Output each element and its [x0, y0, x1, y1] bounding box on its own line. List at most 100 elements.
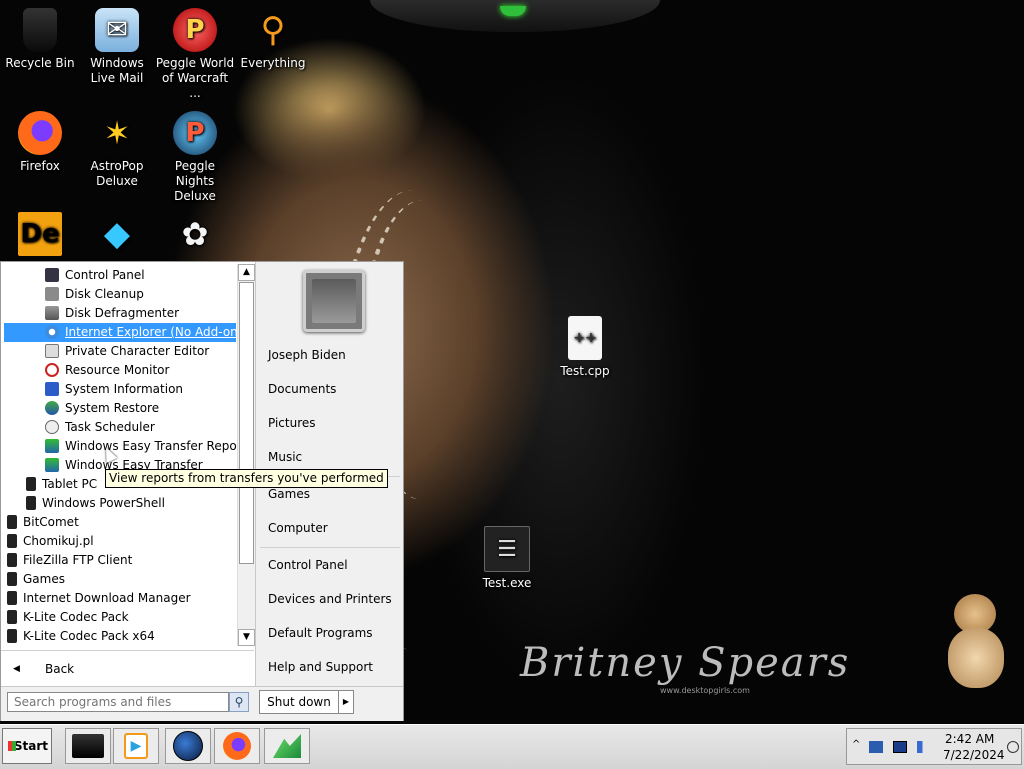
exe-file-icon: ☰: [484, 526, 530, 572]
back-button[interactable]: ◀ Back: [1, 650, 254, 687]
folder-icon: [26, 477, 36, 491]
desktop-icon-firefox[interactable]: Firefox: [0, 111, 80, 174]
clock-time[interactable]: 2:42 AM: [945, 732, 994, 746]
desktop-icon-label: Peggle Nights Deluxe: [174, 159, 216, 203]
search-icon[interactable]: ⚲: [229, 692, 249, 712]
desktop-icon-peggle-nights[interactable]: P Peggle Nights Deluxe: [155, 111, 235, 204]
taskbar-app-media-player[interactable]: ▶: [113, 728, 159, 764]
right-item-computer[interactable]: Computer: [268, 518, 328, 538]
folder-internet-download-manager[interactable]: Internet Download Manager: [7, 589, 191, 608]
program-label: System Restore: [65, 401, 160, 415]
search-input[interactable]: [7, 692, 229, 712]
scrollbar-thumb[interactable]: [239, 282, 254, 564]
start-button[interactable]: Start: [2, 728, 52, 764]
folder-icon: [7, 553, 17, 567]
top-bezel: [370, 0, 660, 32]
program-label: Internet Explorer (No Add-ons): [65, 325, 237, 339]
program-list: Control Panel Disk Cleanup Disk Defragme…: [1, 264, 237, 646]
show-desktop-icon[interactable]: [1007, 741, 1019, 753]
folder-icon: [7, 572, 17, 586]
program-system-information[interactable]: System Information: [45, 380, 183, 399]
folder-windows-powershell[interactable]: Windows PowerShell: [26, 494, 165, 513]
right-item-default-programs[interactable]: Default Programs: [268, 623, 373, 643]
program-label: Private Character Editor: [65, 344, 210, 358]
program-disk-defragmenter[interactable]: Disk Defragmenter: [45, 304, 179, 323]
system-tray: ^ 2:42 AM 7/22/2024: [846, 728, 1022, 765]
right-item-devices-printers[interactable]: Devices and Printers: [268, 589, 392, 609]
taskbar-app-terminal[interactable]: [65, 728, 111, 764]
green-app-icon: [273, 734, 301, 758]
desktop-icon-everything[interactable]: ⚲ Everything: [233, 8, 313, 71]
program-internet-explorer-no-addons[interactable]: Internet Explorer (No Add-ons): [4, 323, 237, 342]
folder-icon: [7, 515, 17, 529]
folder-k-lite-codec-pack[interactable]: K-Lite Codec Pack: [7, 608, 129, 627]
program-disk-cleanup[interactable]: Disk Cleanup: [45, 285, 144, 304]
hamster-gadget[interactable]: [938, 590, 1014, 690]
monitor-icon: [45, 268, 59, 282]
program-label: Internet Download Manager: [23, 591, 191, 605]
shutdown-button[interactable]: Shut down: [259, 690, 339, 714]
desktop-icon-test-cpp[interactable]: ++ Test.cpp: [545, 316, 625, 379]
clock-date[interactable]: 7/22/2024: [943, 748, 1005, 762]
desktop-icon-de[interactable]: De: [0, 212, 80, 260]
program-system-restore[interactable]: System Restore: [45, 399, 159, 418]
program-list-scrollbar[interactable]: ▲ ▼: [237, 264, 255, 646]
firefox-icon: [18, 111, 62, 155]
folder-chomikuj[interactable]: Chomikuj.pl: [7, 532, 94, 551]
magnifier-icon: ⚲: [260, 9, 286, 50]
windows-flag-icon: [8, 741, 16, 751]
scroll-down-arrow-icon[interactable]: ▼: [238, 629, 255, 646]
program-private-character-editor[interactable]: Private Character Editor: [45, 342, 209, 361]
peggle-icon: P: [173, 8, 217, 52]
cpp-file-icon: ++: [568, 316, 602, 360]
program-windows-easy-transfer-reports[interactable]: Windows Easy Transfer Reports: [45, 437, 237, 456]
folder-bitcomet[interactable]: BitComet: [7, 513, 79, 532]
right-item-documents[interactable]: Documents: [268, 379, 336, 399]
scroll-up-arrow-icon[interactable]: ▲: [238, 264, 255, 281]
folder-games[interactable]: Games: [7, 570, 65, 589]
resource-monitor-icon: [45, 363, 59, 377]
desktop-icon-peggle-wow[interactable]: P Peggle World of Warcraft ...: [155, 8, 235, 101]
desktop-icon-flower[interactable]: ✿: [155, 212, 235, 260]
right-item-pictures[interactable]: Pictures: [268, 413, 316, 433]
program-label: K-Lite Codec Pack x64: [23, 629, 155, 643]
shutdown-options-arrow-icon[interactable]: ▶: [338, 690, 354, 714]
right-item-music[interactable]: Music: [268, 447, 302, 467]
wallpaper-url: www.desktopgirls.com: [660, 686, 750, 695]
monitor-tray-icon[interactable]: [893, 741, 907, 753]
taskbar-app-green[interactable]: [264, 728, 310, 764]
desktop-icon-astropop[interactable]: ✶ AstroPop Deluxe: [77, 111, 157, 189]
tooltip: View reports from transfers you've perfo…: [105, 469, 388, 488]
user-picture[interactable]: [303, 270, 365, 332]
taskbar-app-firefox[interactable]: [214, 728, 260, 764]
taskbar-app-globe[interactable]: [165, 728, 211, 764]
folder-tablet-pc[interactable]: Tablet PC: [26, 475, 97, 494]
folder-filezilla[interactable]: FileZilla FTP Client: [7, 551, 132, 570]
program-resource-monitor[interactable]: Resource Monitor: [45, 361, 169, 380]
volume-tray-icon[interactable]: [917, 741, 931, 753]
right-item-control-panel[interactable]: Control Panel: [268, 555, 348, 575]
desktop-icon-test-exe[interactable]: ☰ Test.exe: [467, 526, 547, 591]
program-label: System Information: [65, 382, 184, 396]
clock-icon: [45, 420, 59, 434]
desktop-icon-label: Peggle World of Warcraft ...: [155, 56, 235, 100]
program-task-scheduler[interactable]: Task Scheduler: [45, 418, 155, 437]
program-label: K-Lite Codec Pack: [23, 610, 129, 624]
program-control-panel[interactable]: Control Panel: [45, 266, 145, 285]
transfer-icon: [45, 439, 59, 453]
show-hidden-icons-icon[interactable]: ^: [852, 739, 860, 750]
program-label: Games: [23, 572, 65, 586]
folder-k-lite-codec-pack-x64[interactable]: K-Lite Codec Pack x64: [7, 627, 155, 646]
program-label: Chomikuj.pl: [23, 534, 94, 548]
desktop-icon-recycle-bin[interactable]: Recycle Bin: [0, 8, 80, 71]
network-tray-icon[interactable]: [869, 741, 883, 753]
peggle-icon: P: [173, 111, 217, 155]
desktop-icon-label: Recycle Bin: [5, 56, 75, 70]
right-item-help-support[interactable]: Help and Support: [268, 657, 373, 677]
desktop-icon-label: Test.cpp: [560, 364, 610, 378]
start-menu: Control Panel Disk Cleanup Disk Defragme…: [0, 261, 404, 721]
right-item-user[interactable]: Joseph Biden: [268, 345, 346, 365]
desktop-icon-windows-live-mail[interactable]: ✉ Windows Live Mail: [77, 8, 157, 86]
disk-cleanup-icon: [45, 287, 59, 301]
desktop-icon-diamond[interactable]: ◆: [77, 212, 157, 260]
